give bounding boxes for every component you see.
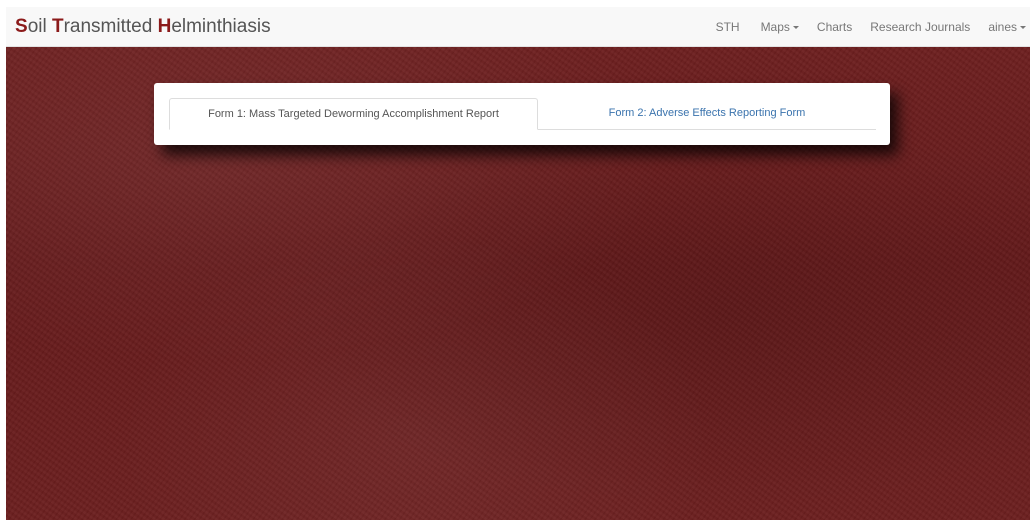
nav-item-user-menu[interactable]: aines: [979, 7, 1030, 47]
caret-down-icon: [1020, 25, 1026, 29]
page-frame: Soil Transmitted Helminthiasis STH Maps …: [6, 7, 1030, 520]
tab-form-2[interactable]: Form 2: Adverse Effects Reporting Form: [538, 98, 876, 130]
nav-item-label: aines: [988, 20, 1017, 34]
nav-item-research-journals[interactable]: Research Journals: [861, 7, 979, 47]
form-tabs: Form 1: Mass Targeted Deworming Accompli…: [169, 98, 876, 130]
brand-letter-s: S: [15, 16, 28, 37]
caret-down-icon: [792, 25, 799, 29]
nav-item-sth[interactable]: STH: [707, 7, 752, 47]
brand-text-ransmitted: ransmitted: [63, 16, 158, 37]
brand-text-oil: oil: [27, 16, 52, 37]
brand-text-elminthiasis: elminthiasis: [171, 16, 271, 37]
nav-item-charts[interactable]: Charts: [808, 7, 861, 47]
navbar: Soil Transmitted Helminthiasis STH Maps …: [6, 7, 1030, 47]
tab-form-1[interactable]: Form 1: Mass Targeted Deworming Accompli…: [169, 98, 538, 130]
nav-item-maps[interactable]: Maps: [752, 7, 808, 47]
nav-item-label: STH: [715, 20, 740, 34]
brand-letter-t: T: [51, 16, 64, 37]
brand-letter-h: H: [157, 16, 172, 37]
brand-link[interactable]: Soil Transmitted Helminthiasis: [15, 16, 271, 38]
forms-panel: Form 1: Mass Targeted Deworming Accompli…: [154, 83, 890, 145]
nav-links: STH Maps Charts Research Journals aines: [707, 7, 1030, 47]
nav-item-label: Charts: [816, 20, 853, 34]
nav-item-label: Maps: [760, 20, 790, 34]
nav-item-label: Research Journals: [870, 20, 971, 34]
